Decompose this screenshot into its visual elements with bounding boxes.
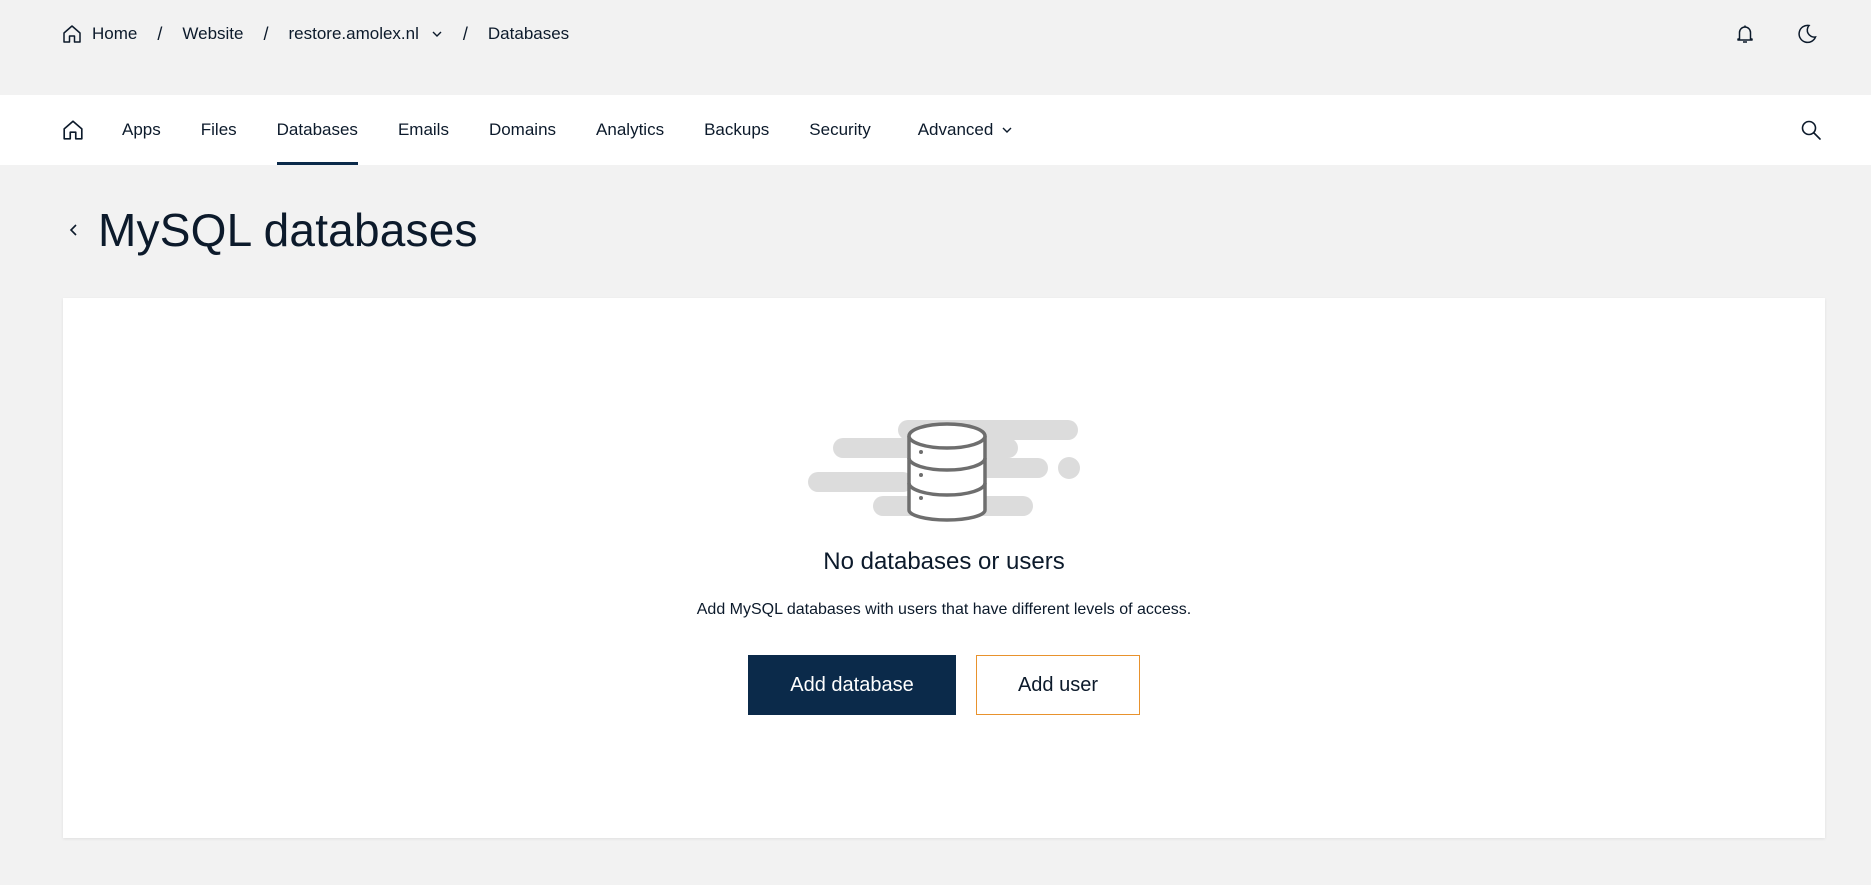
empty-state-description: Add MySQL databases with users that have… bbox=[696, 601, 1192, 618]
database-illustration bbox=[808, 416, 1088, 522]
chevron-down-icon bbox=[1002, 127, 1012, 133]
main-navigation: Apps Files Databases Emails Domains Anal… bbox=[0, 95, 1871, 165]
database-icon bbox=[907, 422, 987, 522]
breadcrumb-separator: / bbox=[263, 23, 269, 44]
empty-state-title: No databases or users bbox=[823, 548, 1065, 575]
breadcrumb-home[interactable]: Home bbox=[62, 24, 137, 44]
nav-advanced-label: Advanced bbox=[917, 120, 994, 139]
add-user-button[interactable]: Add user bbox=[976, 655, 1140, 715]
breadcrumb-site-label: restore.amolex.nl bbox=[288, 24, 419, 43]
chevron-down-icon bbox=[432, 31, 442, 37]
page-header: MySQL databases bbox=[62, 200, 478, 260]
nav-item-advanced[interactable]: Advanced bbox=[918, 95, 1014, 165]
breadcrumb-website[interactable]: Website bbox=[182, 24, 243, 44]
nav-item-security[interactable]: Security bbox=[809, 95, 870, 165]
nav-home-icon[interactable] bbox=[62, 119, 84, 141]
moon-icon[interactable] bbox=[1795, 22, 1819, 46]
nav-item-emails[interactable]: Emails bbox=[398, 95, 449, 165]
breadcrumb: Home / Website / restore.amolex.nl / Dat… bbox=[62, 22, 569, 46]
page-title: MySQL databases bbox=[98, 204, 478, 256]
add-database-button[interactable]: Add database bbox=[748, 655, 956, 715]
bell-icon[interactable] bbox=[1733, 22, 1757, 46]
topbar-actions bbox=[1733, 22, 1819, 46]
nav-item-domains[interactable]: Domains bbox=[489, 95, 556, 165]
nav-item-databases[interactable]: Databases bbox=[276, 95, 359, 165]
breadcrumb-current: Databases bbox=[488, 24, 569, 44]
nav-item-backups[interactable]: Backups bbox=[704, 95, 769, 165]
breadcrumb-separator: / bbox=[157, 23, 163, 44]
empty-state-card: No databases or users Add MySQL database… bbox=[63, 298, 1825, 838]
top-bar: Home / Website / restore.amolex.nl / Dat… bbox=[0, 0, 1871, 95]
home-icon bbox=[63, 25, 81, 43]
back-arrow-icon[interactable] bbox=[62, 218, 86, 242]
breadcrumb-separator: / bbox=[462, 23, 468, 44]
nav-item-analytics[interactable]: Analytics bbox=[596, 95, 664, 165]
breadcrumb-website-label: Website bbox=[182, 24, 244, 43]
nav-item-files[interactable]: Files bbox=[201, 95, 237, 165]
search-icon[interactable] bbox=[1799, 118, 1823, 142]
nav-items: Apps Files Databases Emails Domains Anal… bbox=[62, 95, 1013, 165]
breadcrumb-current-label: Databases bbox=[487, 24, 570, 43]
breadcrumb-site-selector[interactable]: restore.amolex.nl bbox=[289, 24, 443, 44]
nav-item-apps[interactable]: Apps bbox=[122, 95, 161, 165]
breadcrumb-home-label: Home bbox=[92, 24, 138, 43]
